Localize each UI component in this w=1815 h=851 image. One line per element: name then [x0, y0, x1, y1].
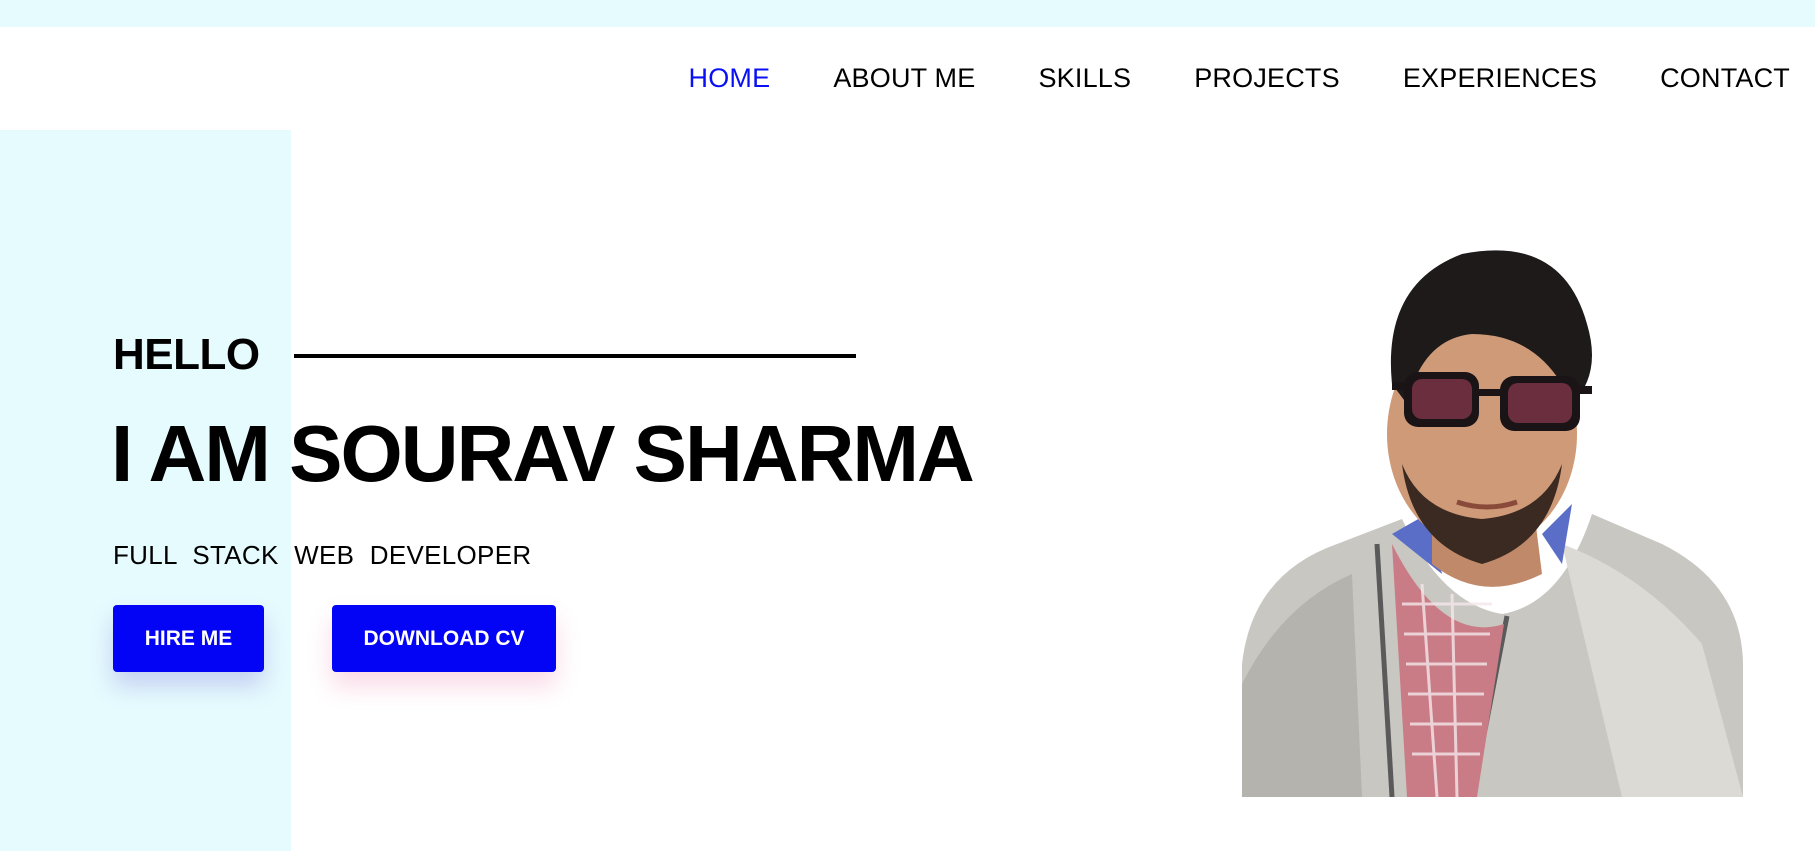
greeting-row: HELLO [113, 330, 260, 380]
download-cv-button[interactable]: DOWNLOAD CV [332, 605, 556, 672]
hire-me-button[interactable]: HIRE ME [113, 605, 264, 672]
nav-link-contact[interactable]: CONTACT [1660, 63, 1790, 94]
nav-link-projects[interactable]: PROJECTS [1194, 63, 1340, 94]
navbar: HOME ABOUT ME SKILLS PROJECTS EXPERIENCE… [0, 27, 1815, 130]
greeting-text: HELLO [113, 330, 260, 379]
nav-link-home[interactable]: HOME [689, 63, 771, 94]
nav-links: HOME ABOUT ME SKILLS PROJECTS EXPERIENCE… [689, 63, 1790, 94]
page: HOME ABOUT ME SKILLS PROJECTS EXPERIENCE… [0, 0, 1815, 851]
nav-link-skills[interactable]: SKILLS [1038, 63, 1131, 94]
top-strip [0, 0, 1815, 27]
profile-photo [1242, 250, 1743, 797]
nav-link-experiences[interactable]: EXPERIENCES [1403, 63, 1597, 94]
greeting-divider [294, 354, 856, 358]
hero-role: FULL STACK WEB DEVELOPER [113, 540, 532, 570]
nav-link-about-me[interactable]: ABOUT ME [833, 63, 975, 94]
hero-name: I AM SOURAV SHARMA [111, 409, 975, 498]
